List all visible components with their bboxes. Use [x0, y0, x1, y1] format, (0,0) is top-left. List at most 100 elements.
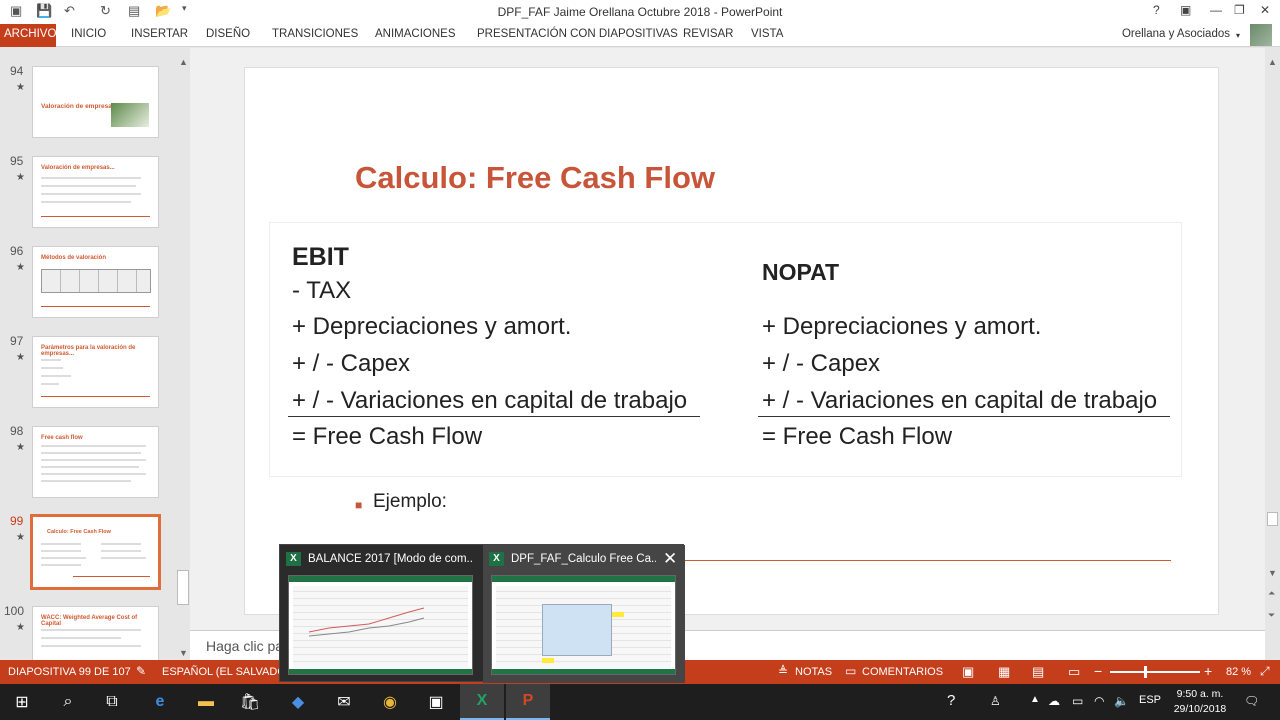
- tab-archivo[interactable]: ARCHIVO: [0, 24, 56, 47]
- thumb-line: [41, 466, 139, 468]
- animation-star-icon: ★: [16, 262, 25, 273]
- scroll-down-icon[interactable]: ▼: [1268, 568, 1277, 578]
- onedrive-icon[interactable]: ☁: [1048, 694, 1060, 708]
- notifications-icon[interactable]: 🗨: [1244, 694, 1259, 708]
- tab-revisar[interactable]: REVISAR: [683, 28, 734, 40]
- store-icon[interactable]: 🛍: [228, 684, 272, 720]
- notes-icon[interactable]: ≜: [778, 664, 788, 678]
- zoom-out-icon[interactable]: −: [1094, 663, 1102, 679]
- volume-icon[interactable]: 🔈: [1114, 694, 1129, 708]
- chrome-icon[interactable]: ◉: [368, 684, 412, 720]
- windows-taskbar: ⊞ ⌕ ⧉ e ▬ 🛍 ◆ ✉ ◉ ▣ X P ? ♙ ▲ ☁ ▭ ◠ 🔈 ES…: [0, 684, 1280, 720]
- slide-thumbnail-95[interactable]: Valoración de empresas...: [32, 156, 159, 228]
- app-icon[interactable]: ▣: [414, 684, 458, 720]
- thumb-title: WACC: Weighted Average Cost of Capital: [41, 615, 138, 627]
- slide-sorter-icon[interactable]: ▦: [998, 664, 1010, 680]
- scroll-up-icon[interactable]: ▲: [179, 57, 188, 67]
- slide-thumbnail-99[interactable]: Calculo: Free Cash Flow: [30, 514, 161, 590]
- edge-icon[interactable]: e: [138, 684, 182, 720]
- tab-animaciones[interactable]: ANIMACIONES: [375, 28, 456, 40]
- reading-view-icon[interactable]: ▤: [1032, 664, 1044, 680]
- excel-taskbar-icon[interactable]: X: [460, 684, 504, 720]
- normal-view-icon[interactable]: ▣: [962, 664, 974, 680]
- search-icon[interactable]: ⌕: [46, 684, 90, 720]
- tray-expand-icon[interactable]: ▲: [1030, 694, 1040, 705]
- battery-icon[interactable]: ▭: [1072, 694, 1083, 708]
- comments-button[interactable]: COMENTARIOS: [862, 666, 943, 678]
- preview-yellow-cell: [612, 612, 624, 617]
- slide-thumbnail-97[interactable]: Parámetros para la valoración de empresa…: [32, 336, 159, 408]
- user-dropdown-icon[interactable]: ▾: [1236, 31, 1240, 40]
- dropbox-icon[interactable]: ◆: [276, 684, 320, 720]
- help-icon[interactable]: ?: [1153, 3, 1160, 17]
- avatar[interactable]: [1250, 24, 1272, 46]
- preview-card[interactable]: X DPF_FAF_Calculo Free Ca... ✕: [483, 545, 685, 683]
- formula-box[interactable]: EBIT - TAX + Depreciaciones y amort. + /…: [269, 222, 1182, 477]
- scroll-down-icon[interactable]: ▼: [179, 648, 188, 658]
- close-preview-icon[interactable]: ✕: [663, 549, 677, 569]
- tab-transiciones[interactable]: TRANSICIONES: [272, 28, 358, 40]
- user-name[interactable]: Orellana y Asociados: [1122, 28, 1230, 40]
- slide-thumbnail-98[interactable]: Free cash flow: [32, 426, 159, 498]
- tab-diseno[interactable]: DISEÑO: [206, 28, 250, 40]
- minimize-icon[interactable]: —: [1210, 3, 1222, 17]
- tab-inicio[interactable]: INICIO: [71, 28, 106, 40]
- clock[interactable]: 9:50 a. m. 29/10/2018: [1160, 687, 1240, 717]
- scrollbar-thumb[interactable]: [177, 570, 189, 605]
- next-slide-icon[interactable]: ⏷: [1268, 610, 1275, 621]
- left-underline: [288, 416, 700, 417]
- zoom-slider-handle[interactable]: [1144, 666, 1147, 678]
- notes-placeholder: Haga clic pa: [206, 638, 284, 654]
- comments-icon[interactable]: ▭: [845, 664, 856, 678]
- slide-thumbnail-94[interactable]: Valoración de empresas: [32, 66, 159, 138]
- spelling-icon[interactable]: ✎: [136, 664, 146, 678]
- tab-insertar[interactable]: INSERTAR: [131, 28, 188, 40]
- people-icon[interactable]: ♙: [990, 694, 1001, 708]
- tab-presentacion[interactable]: PRESENTACIÓN CON DIAPOSITIVAS: [477, 28, 678, 40]
- mail-icon[interactable]: ✉: [322, 684, 366, 720]
- right-result: = Free Cash Flow: [762, 423, 953, 450]
- slide-thumbnail-96[interactable]: Métodos de valoración: [32, 246, 159, 318]
- scroll-up-icon[interactable]: ▲: [1268, 57, 1277, 67]
- tab-vista[interactable]: VISTA: [751, 28, 783, 40]
- task-view-icon[interactable]: ⧉: [90, 684, 134, 720]
- help-tray-icon[interactable]: ?: [947, 692, 955, 709]
- fit-to-window-icon[interactable]: ⤢: [1260, 664, 1270, 679]
- right-heading: NOPAT: [762, 259, 840, 285]
- previous-slide-icon[interactable]: ⏶: [1268, 588, 1275, 599]
- wifi-icon[interactable]: ◠: [1094, 694, 1104, 708]
- notes-button[interactable]: NOTAS: [795, 666, 832, 678]
- zoom-in-icon[interactable]: +: [1204, 663, 1212, 679]
- animation-star-icon: ★: [16, 172, 25, 183]
- slideshow-view-icon[interactable]: ▭: [1068, 664, 1080, 680]
- slide-canvas[interactable]: Calculo: Free Cash Flow EBIT - TAX + Dep…: [244, 67, 1219, 615]
- ribbon-options-icon[interactable]: ▣: [1180, 3, 1191, 17]
- preview-thumbnail: [288, 575, 473, 675]
- thumb-line: [101, 543, 141, 545]
- file-explorer-icon[interactable]: ▬: [184, 684, 228, 720]
- preview-card[interactable]: X BALANCE 2017 [Modo de com...: [280, 545, 482, 683]
- zoom-slider[interactable]: [1110, 671, 1200, 673]
- preview-chart: [309, 607, 425, 637]
- close-icon[interactable]: ✕: [1260, 3, 1270, 17]
- powerpoint-taskbar-icon[interactable]: P: [506, 684, 550, 720]
- thumb-line: [41, 550, 81, 552]
- title-bar: ▣ 💾 ↶ ↻ ▤ 📂 ▾ DPF_FAF Jaime Orellana Oct…: [0, 0, 1280, 24]
- thumb-line: [41, 367, 63, 369]
- zoom-level[interactable]: 82 %: [1226, 666, 1251, 678]
- slide-title[interactable]: Calculo: Free Cash Flow: [355, 160, 715, 196]
- bullet-text[interactable]: Ejemplo:: [373, 491, 447, 513]
- thumb-title: Parámetros para la valoración de empresa…: [41, 345, 136, 357]
- slide-thumbnail-100[interactable]: WACC: Weighted Average Cost of Capital: [32, 606, 159, 660]
- thumb-rule: [41, 306, 150, 307]
- thumb-line: [41, 480, 131, 482]
- thumb-line: [41, 564, 81, 566]
- scrollbar-thumb[interactable]: [1267, 512, 1278, 526]
- restore-icon[interactable]: ❐: [1234, 3, 1245, 17]
- language-indicator[interactable]: ESP: [1139, 694, 1161, 706]
- windows-start-icon[interactable]: ⊞: [0, 684, 44, 720]
- slide-counter[interactable]: DIAPOSITIVA 99 DE 107: [8, 666, 131, 678]
- slide-thumbnails-pane: 94 ★ Valoración de empresas 95 ★ Valorac…: [0, 48, 176, 660]
- preview-ribbon: [289, 576, 472, 582]
- language-indicator[interactable]: ESPAÑOL (EL SALVADOR): [162, 666, 298, 678]
